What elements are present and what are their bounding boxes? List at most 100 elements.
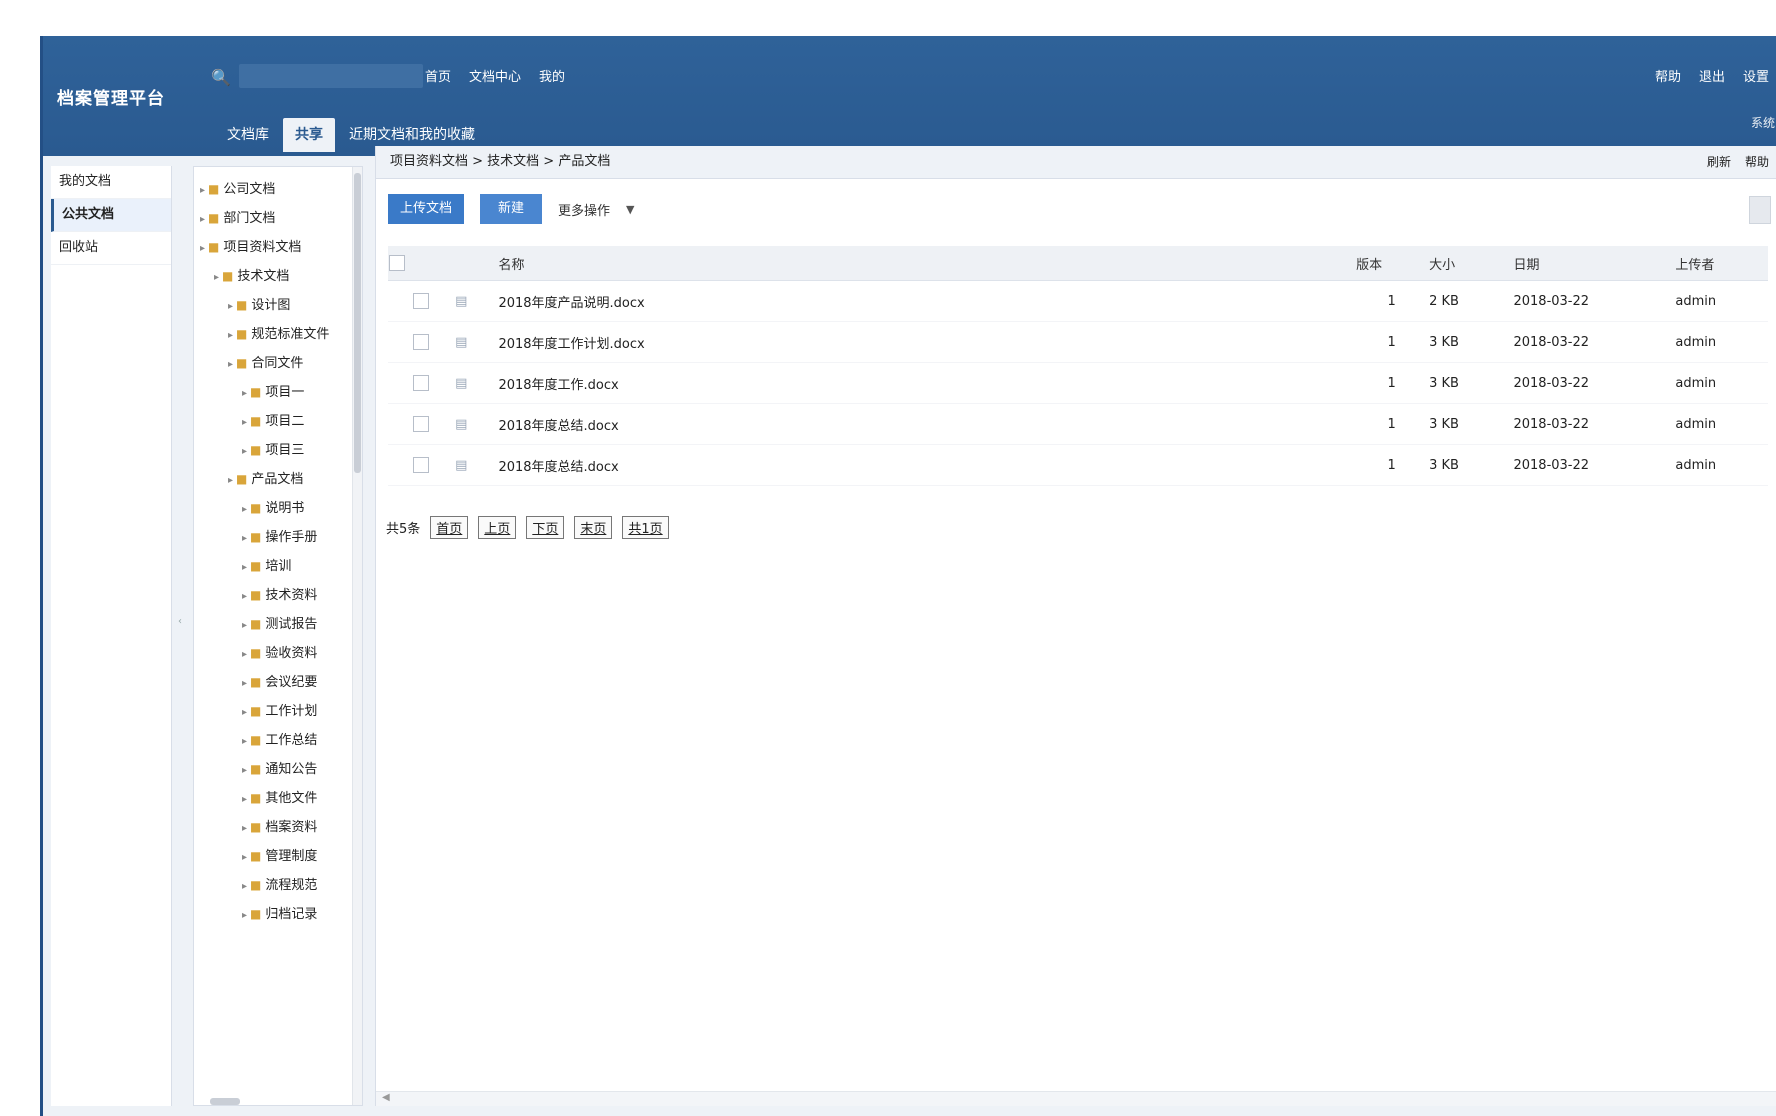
- tree-node[interactable]: ▸ ■ 规范标准文件: [194, 320, 362, 349]
- file-name[interactable]: 2018年度总结.docx: [498, 460, 618, 475]
- tree-expand-icon[interactable]: ▸: [242, 504, 247, 515]
- table-row[interactable]: ▤ 2018年度工作.docx 1 3 KB 2018-03-22 admin: [388, 362, 1768, 404]
- file-name[interactable]: 2018年度工作.docx: [498, 378, 618, 393]
- tree-scrollbar[interactable]: [352, 167, 362, 1105]
- tab-shared[interactable]: 共享: [283, 118, 335, 152]
- header-extra-label[interactable]: 系统: [1751, 114, 1775, 131]
- column-header-name[interactable]: 名称: [497, 246, 1356, 281]
- tree-node[interactable]: ▸ ■ 管理制度: [194, 842, 362, 871]
- file-name[interactable]: 2018年度总结.docx: [498, 419, 618, 434]
- tree-node[interactable]: ▸ ■ 归档记录: [194, 900, 362, 929]
- tree-node[interactable]: ▸ ■ 通知公告: [194, 755, 362, 784]
- tree-node[interactable]: ▸ ■ 设计图: [194, 291, 362, 320]
- refresh-link[interactable]: 刷新: [1707, 146, 1731, 178]
- tree-node[interactable]: ▸ ■ 验收资料: [194, 639, 362, 668]
- column-header-uploader[interactable]: 上传者: [1674, 246, 1768, 281]
- pager-prev-button[interactable]: 上页: [478, 516, 517, 539]
- tree-expand-icon[interactable]: ▸: [242, 881, 247, 892]
- tree-node[interactable]: ▸ ■ 项目三: [194, 436, 362, 465]
- tree-node[interactable]: ▸ ■ 项目资料文档: [194, 233, 362, 262]
- tree-expand-icon[interactable]: ▸: [228, 330, 233, 341]
- content-horizontal-scrollbar[interactable]: ◀: [376, 1091, 1776, 1106]
- file-name[interactable]: 2018年度工作计划.docx: [498, 337, 644, 352]
- upload-button[interactable]: 上传文档: [388, 194, 465, 224]
- view-toggle-icon[interactable]: [1749, 196, 1771, 224]
- header-link-mine[interactable]: 我的: [539, 66, 565, 85]
- tree-scroll-thumb[interactable]: [354, 173, 361, 473]
- tree-node[interactable]: ▸ ■ 技术资料: [194, 581, 362, 610]
- tree-node[interactable]: ▸ ■ 其他文件: [194, 784, 362, 813]
- breadcrumb[interactable]: 项目资料文档 > 技术文档 > 产品文档: [390, 154, 610, 169]
- tree-expand-icon[interactable]: ▸: [228, 301, 233, 312]
- header-link-doc-center[interactable]: 文档中心: [469, 66, 521, 85]
- pager-last-button[interactable]: 末页: [574, 516, 613, 539]
- tree-node[interactable]: ▸ ■ 档案资料: [194, 813, 362, 842]
- tree-expand-icon[interactable]: ▸: [242, 852, 247, 863]
- tree-expand-icon[interactable]: ▸: [242, 707, 247, 718]
- tree-expand-icon[interactable]: ▸: [242, 533, 247, 544]
- tree-expand-icon[interactable]: ▸: [242, 388, 247, 399]
- tree-node[interactable]: ▸ ■ 合同文件: [194, 349, 362, 378]
- tree-expand-icon[interactable]: ▸: [242, 591, 247, 602]
- column-header-version[interactable]: 版本: [1355, 246, 1429, 281]
- tree-expand-icon[interactable]: ▸: [242, 446, 247, 457]
- tree-node[interactable]: ▸ ■ 操作手册: [194, 523, 362, 552]
- pager-first-button[interactable]: 首页: [430, 516, 469, 539]
- tree-expand-icon[interactable]: ▸: [214, 272, 219, 283]
- tree-node[interactable]: ▸ ■ 工作总结: [194, 726, 362, 755]
- tree-expand-icon[interactable]: ▸: [200, 214, 205, 225]
- menu-item-my-docs[interactable]: 我的文档: [51, 166, 171, 199]
- menu-item-recycle-bin[interactable]: 回收站: [51, 232, 171, 265]
- panel-splitter-handle[interactable]: ‹: [178, 616, 184, 627]
- tree-expand-icon[interactable]: ▸: [242, 736, 247, 747]
- tree-expand-icon[interactable]: ▸: [242, 823, 247, 834]
- search-icon[interactable]: 🔍: [211, 68, 231, 87]
- new-button[interactable]: 新建: [480, 194, 543, 224]
- chevron-down-icon[interactable]: ▼: [626, 203, 634, 216]
- table-row[interactable]: ▤ 2018年度总结.docx 1 3 KB 2018-03-22 admin: [388, 444, 1768, 486]
- pager-next-button[interactable]: 下页: [526, 516, 565, 539]
- tree-expand-icon[interactable]: ▸: [242, 910, 247, 921]
- row-select-checkbox[interactable]: [413, 293, 430, 309]
- tree-node[interactable]: ▸ ■ 公司文档: [194, 175, 362, 204]
- menu-item-public-docs[interactable]: 公共文档: [51, 199, 171, 232]
- table-row[interactable]: ▤ 2018年度工作计划.docx 1 3 KB 2018-03-22 admin: [388, 321, 1768, 363]
- row-select-checkbox[interactable]: [413, 375, 430, 391]
- more-actions-link[interactable]: 更多操作: [558, 200, 610, 219]
- tree-horizontal-scroll-thumb[interactable]: [210, 1098, 240, 1105]
- tree-expand-icon[interactable]: ▸: [242, 678, 247, 689]
- row-select-checkbox[interactable]: [413, 457, 430, 473]
- column-header-date[interactable]: 日期: [1512, 246, 1675, 281]
- tree-expand-icon[interactable]: ▸: [200, 243, 205, 254]
- search-input[interactable]: [239, 64, 423, 88]
- tree-node[interactable]: ▸ ■ 项目一: [194, 378, 362, 407]
- tree-node[interactable]: ▸ ■ 技术文档: [194, 262, 362, 291]
- content-help-link[interactable]: 帮助: [1745, 146, 1769, 178]
- column-header-size[interactable]: 大小: [1428, 246, 1513, 281]
- tree-node[interactable]: ▸ ■ 项目二: [194, 407, 362, 436]
- column-header-type[interactable]: [454, 246, 498, 281]
- table-row[interactable]: ▤ 2018年度产品说明.docx 1 2 KB 2018-03-22 admin: [388, 280, 1768, 322]
- header-link-home[interactable]: 首页: [425, 66, 451, 85]
- tree-expand-icon[interactable]: ▸: [242, 649, 247, 660]
- settings-link[interactable]: 设置: [1743, 66, 1769, 85]
- tree-expand-icon[interactable]: ▸: [228, 359, 233, 370]
- tree-expand-icon[interactable]: ▸: [242, 794, 247, 805]
- tree-expand-icon[interactable]: ▸: [228, 475, 233, 486]
- tree-expand-icon[interactable]: ▸: [242, 620, 247, 631]
- tree-node[interactable]: ▸ ■ 产品文档: [194, 465, 362, 494]
- tree-node[interactable]: ▸ ■ 培训: [194, 552, 362, 581]
- file-name[interactable]: 2018年度产品说明.docx: [498, 296, 644, 311]
- tree-node[interactable]: ▸ ■ 会议纪要: [194, 668, 362, 697]
- logout-link[interactable]: 退出: [1699, 66, 1725, 85]
- tree-expand-icon[interactable]: ▸: [242, 417, 247, 428]
- tree-expand-icon[interactable]: ▸: [242, 765, 247, 776]
- tree-node[interactable]: ▸ ■ 说明书: [194, 494, 362, 523]
- row-select-checkbox[interactable]: [413, 416, 430, 432]
- scroll-left-icon[interactable]: ◀: [382, 1092, 390, 1103]
- table-row[interactable]: ▤ 2018年度总结.docx 1 3 KB 2018-03-22 admin: [388, 403, 1768, 445]
- tree-node[interactable]: ▸ ■ 部门文档: [194, 204, 362, 233]
- column-header-select[interactable]: [388, 246, 455, 281]
- tree-expand-icon[interactable]: ▸: [242, 562, 247, 573]
- help-link[interactable]: 帮助: [1655, 66, 1681, 85]
